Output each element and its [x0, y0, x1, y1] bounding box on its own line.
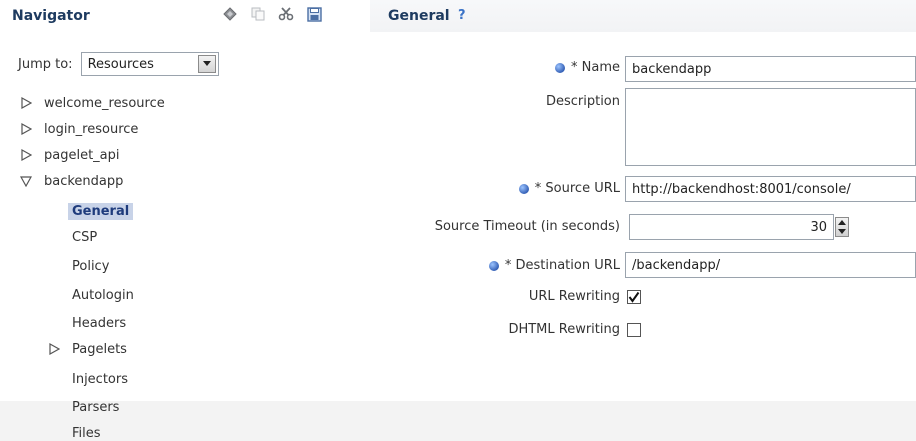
tree-item-headers[interactable]: Headers — [68, 312, 130, 334]
page-title: General — [388, 8, 450, 24]
tree-item-autologin[interactable]: Autologin — [68, 284, 138, 306]
copy-icon[interactable] — [250, 6, 266, 22]
collapse-arrow-icon[interactable] — [20, 175, 40, 187]
tree-item-backendapp[interactable]: backendapp — [20, 170, 127, 192]
cut-icon[interactable] — [278, 6, 294, 22]
tree-item-label[interactable]: CSP — [68, 229, 101, 246]
stepper-buttons[interactable] — [835, 217, 849, 237]
jump-to-label: Jump to: — [18, 56, 73, 72]
required-indicator-icon — [518, 183, 529, 194]
destination-url-field[interactable]: /backendapp/ — [625, 252, 916, 278]
tree-item-label[interactable]: login_resource — [40, 121, 142, 138]
expand-arrow-icon[interactable] — [20, 97, 40, 109]
bottom-band — [0, 401, 916, 441]
expand-arrow-icon[interactable] — [20, 123, 40, 135]
name-value: backendapp — [632, 61, 712, 77]
tree-item-pagelets[interactable]: Pagelets — [48, 338, 131, 360]
source-url-value: http://backendhost:8001/console/ — [632, 181, 851, 197]
chevron-down-icon[interactable] — [197, 55, 216, 73]
checkmark-icon — [628, 291, 640, 303]
navigator-panel: Navigator Jump to: Resources welcome_res… — [0, 0, 370, 441]
save-icon[interactable] — [306, 6, 322, 22]
chevron-up-icon[interactable] — [838, 220, 846, 225]
name-field[interactable]: backendapp — [625, 56, 916, 82]
source-url-label: * Source URL — [534, 181, 620, 196]
tree-item-label[interactable]: Headers — [68, 315, 130, 332]
source-url-field[interactable]: http://backendhost:8001/console/ — [625, 176, 916, 202]
source-url-label-row: * Source URL — [518, 181, 620, 196]
tree-item-label[interactable]: General — [68, 202, 134, 220]
tree-item-label[interactable]: Files — [68, 425, 105, 441]
navigator-header: Navigator — [0, 0, 370, 32]
expand-arrow-icon[interactable] — [20, 149, 40, 161]
general-header: General ? — [370, 0, 916, 32]
destination-url-value: /backendapp/ — [632, 257, 721, 273]
tree-item-label[interactable]: Pagelets — [68, 341, 131, 358]
source-timeout-value: 30 — [810, 219, 827, 235]
tree-item-parsers[interactable]: Parsers — [68, 396, 123, 418]
tree-item-login-resource[interactable]: login_resource — [20, 118, 142, 140]
jump-to-value: Resources — [87, 56, 154, 72]
dhtml-rewriting-checkbox[interactable] — [627, 323, 641, 337]
dhtml-rewriting-label: DHTML Rewriting — [508, 322, 620, 337]
tree-item-files[interactable]: Files — [68, 422, 105, 441]
tree-item-label[interactable]: Parsers — [68, 399, 123, 416]
navigator-title: Navigator — [12, 8, 90, 24]
required-indicator-icon — [555, 62, 565, 73]
tree-item-label[interactable]: Injectors — [68, 371, 132, 388]
destination-url-label: * Destination URL — [504, 258, 620, 273]
source-timeout-label-row: Source Timeout (in seconds) — [435, 219, 620, 234]
url-rewriting-checkbox[interactable] — [627, 290, 641, 304]
destination-url-label-row: * Destination URL — [488, 258, 620, 273]
tree-item-label[interactable]: Policy — [68, 258, 113, 275]
chevron-down-icon[interactable] — [838, 229, 846, 234]
tree-item-welcome-resource[interactable]: welcome_resource — [20, 92, 169, 114]
diamond-icon[interactable] — [222, 6, 238, 22]
description-field[interactable] — [625, 88, 916, 166]
url-rewriting-label-row: URL Rewriting — [529, 289, 620, 304]
help-icon[interactable]: ? — [458, 9, 472, 23]
description-label: Description — [545, 94, 620, 109]
tree-item-label[interactable]: pagelet_api — [40, 147, 124, 164]
tree-item-pagelet-api[interactable]: pagelet_api — [20, 144, 124, 166]
required-indicator-icon — [488, 260, 499, 271]
jump-to-select[interactable]: Resources — [80, 52, 219, 76]
url-rewriting-label: URL Rewriting — [528, 289, 620, 304]
source-timeout-label: Source Timeout (in seconds) — [434, 219, 620, 234]
description-label-row: Description — [546, 94, 620, 109]
tree-item-label[interactable]: welcome_resource — [40, 95, 169, 112]
dhtml-rewriting-label-row: DHTML Rewriting — [508, 322, 620, 337]
tree-item-general[interactable]: General — [68, 200, 134, 222]
tree-item-injectors[interactable]: Injectors — [68, 368, 132, 390]
tree-item-label[interactable]: backendapp — [40, 173, 127, 190]
tree-item-policy[interactable]: Policy — [68, 255, 113, 277]
jump-to-row: Jump to: Resources — [18, 52, 219, 76]
expand-arrow-icon[interactable] — [48, 343, 68, 355]
tree-item-label[interactable]: Autologin — [68, 287, 138, 304]
source-timeout-stepper[interactable]: 30 — [629, 214, 834, 240]
name-label: * Name — [571, 60, 620, 75]
navigator-toolbar — [222, 6, 322, 22]
tree-item-csp[interactable]: CSP — [68, 226, 101, 248]
name-label-row: * Name — [555, 60, 620, 75]
